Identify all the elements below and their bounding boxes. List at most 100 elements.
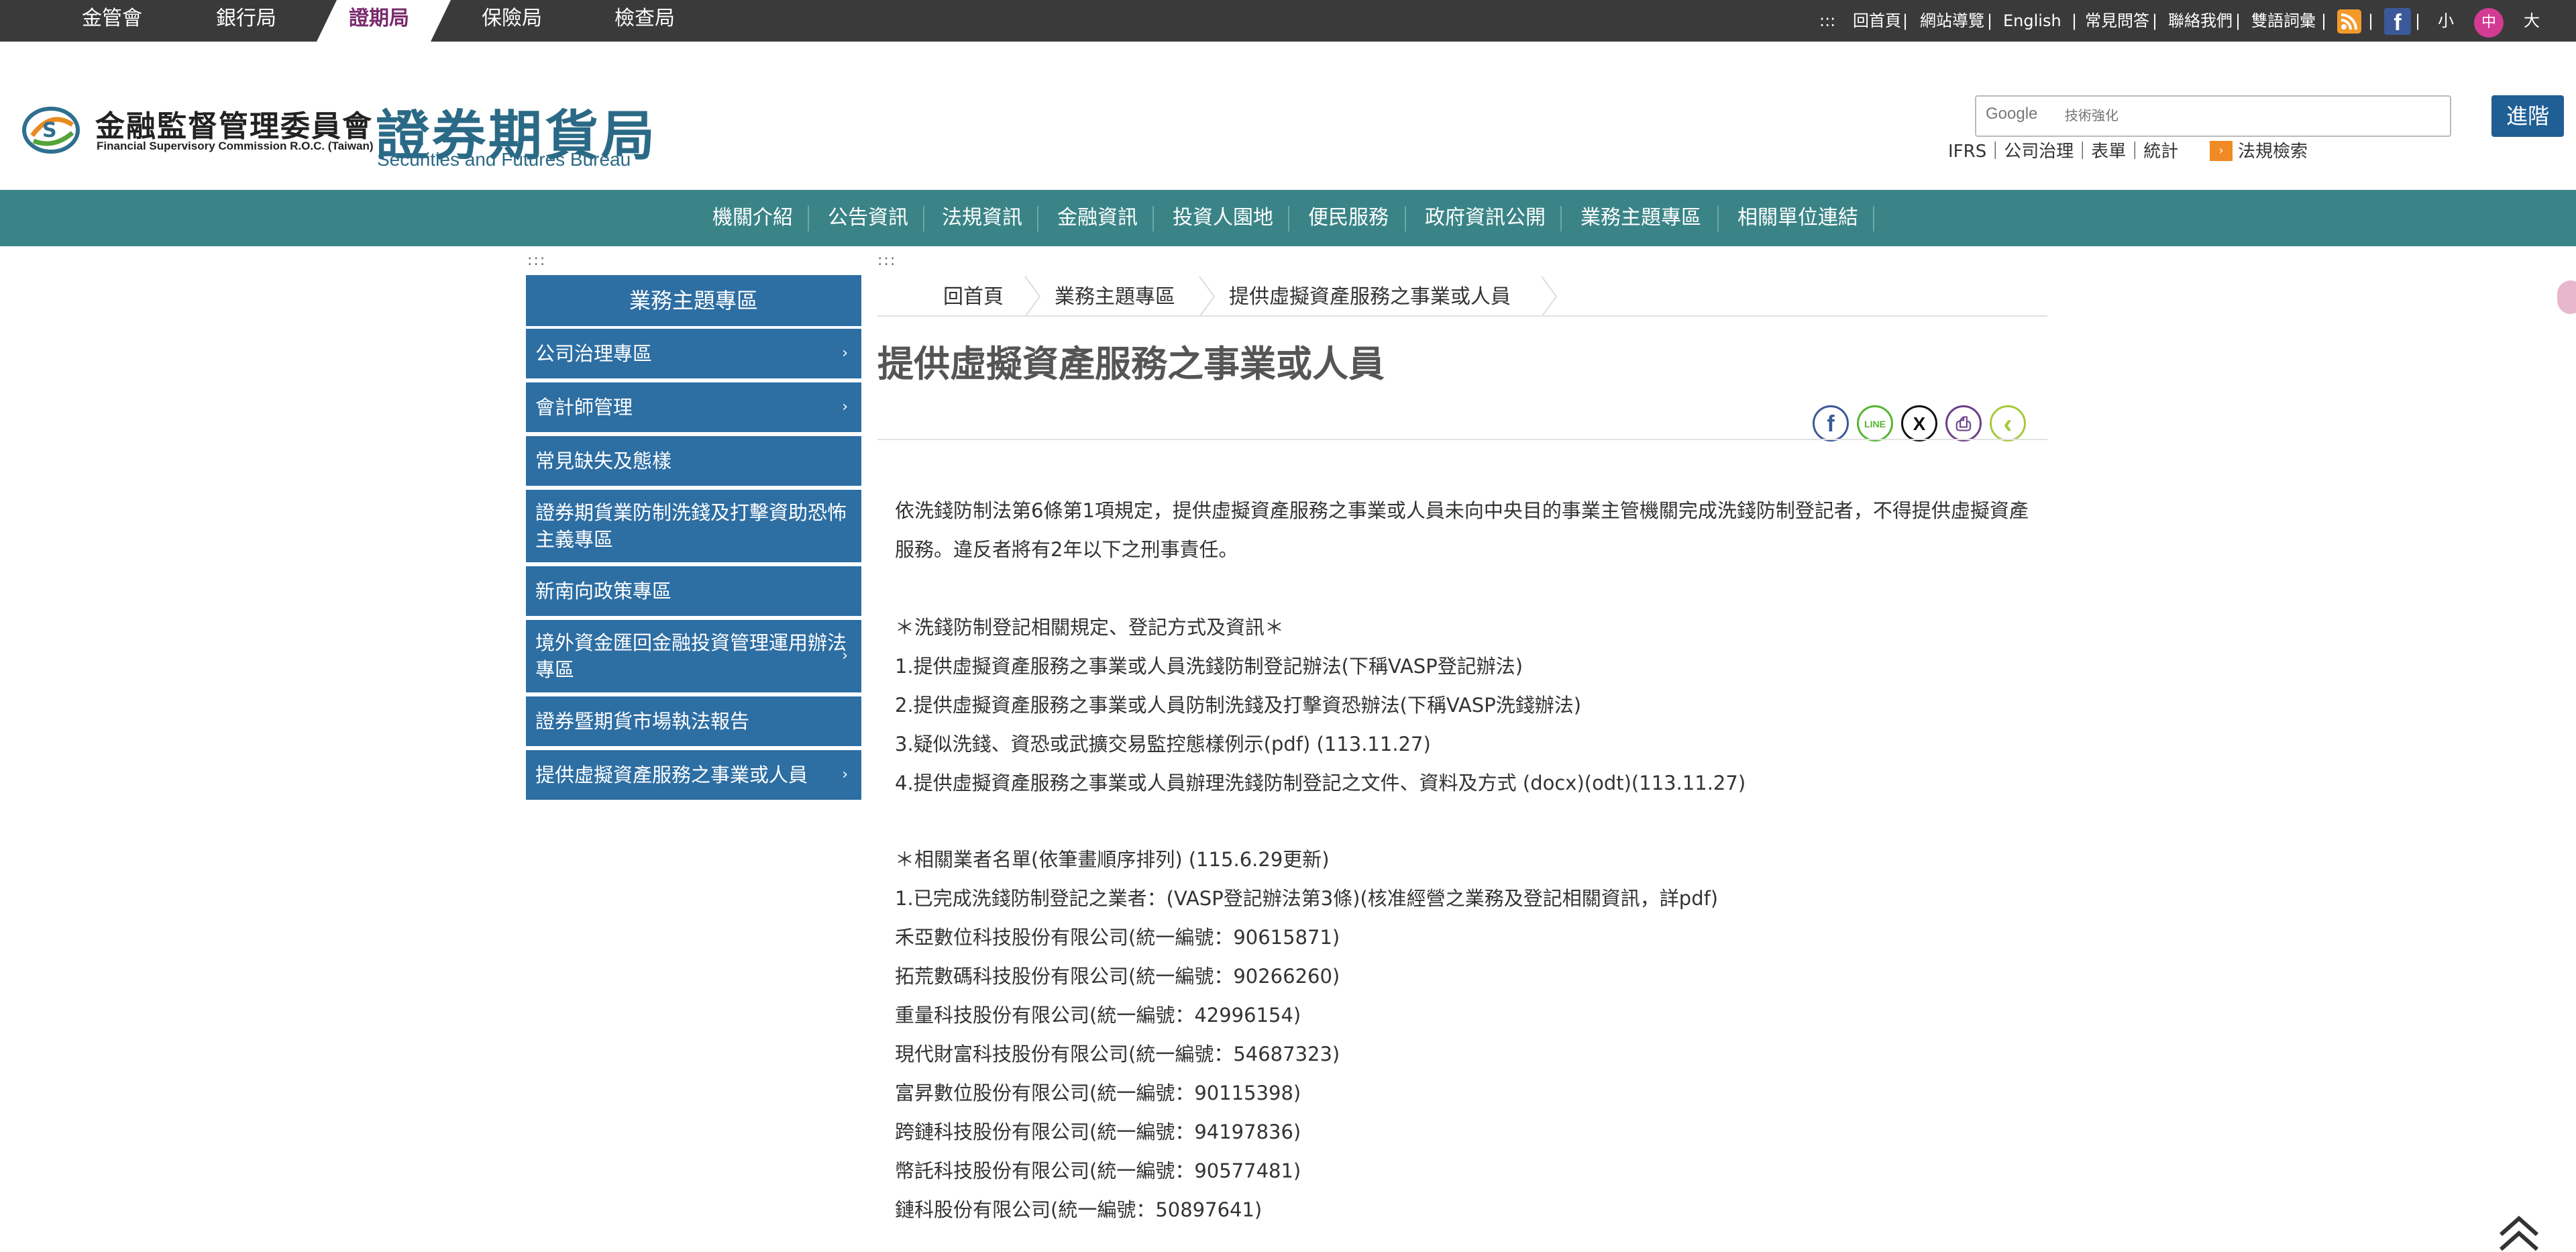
toplink-sep: | — [2152, 11, 2158, 30]
nav-item-topics[interactable]: 業務主題專區 — [1580, 190, 1701, 246]
nav-divider — [1288, 206, 1289, 231]
font-size-small[interactable]: 小 — [2438, 9, 2454, 32]
sidebar-item-common-deficiencies[interactable]: 常見缺失及態樣 — [526, 436, 861, 486]
sidebar-item-vasp[interactable]: 提供虛擬資產服務之事業或人員 › — [526, 750, 861, 800]
nav-item-services[interactable]: 便民服務 — [1308, 190, 1389, 246]
breadcrumb-topics[interactable]: 業務主題專區 — [1055, 280, 1175, 314]
toplink-sep: | — [2072, 11, 2078, 30]
nav-item-announcements[interactable]: 公告資訊 — [828, 190, 908, 246]
nav-item-open-government[interactable]: 政府資訊公開 — [1425, 190, 1546, 246]
sidebar-item-label: 證券暨期貨市場執法報告 — [535, 710, 750, 733]
nav-divider — [1152, 206, 1154, 231]
sidebar-item-repatriated-funds[interactable]: 境外資金匯回金融投資管理運用辦法專區 › — [526, 620, 861, 692]
breadcrumb-current[interactable]: 提供虛擬資產服務之事業或人員 — [1229, 280, 1511, 314]
chevron-right-icon: › — [842, 647, 848, 664]
nav-divider — [808, 206, 809, 231]
breadcrumb-chevron-icon — [1024, 276, 1041, 317]
link-registration-documents[interactable]: 4.提供虛擬資產服務之事業或人員辦理洗錢防制登記之文件、資料及方式 (docx)… — [895, 764, 1746, 802]
agency-tab-sfb[interactable]: 證期局 — [349, 0, 409, 42]
sidebar-item-corporate-governance[interactable]: 公司治理專區 › — [526, 329, 861, 378]
toplink-contact[interactable]: 聯絡我們 — [2168, 9, 2233, 32]
nav-divider — [1560, 206, 1562, 231]
nav-item-regulations[interactable]: 法規資訊 — [942, 190, 1022, 246]
arrow-right-icon: › — [2210, 141, 2233, 161]
back-icon[interactable]: ‹ — [1990, 405, 2026, 441]
quick-links[interactable]: IFRS｜公司治理｜表單｜統計 — [1948, 140, 2178, 164]
google-brand: Google — [1986, 105, 2038, 123]
toplink-faq[interactable]: 常見問答 — [2085, 9, 2149, 32]
accesskey-center[interactable]: ::: — [877, 252, 896, 269]
toplink-sep: | — [2235, 11, 2241, 30]
toplink-sep: | — [1987, 11, 1993, 30]
search-input[interactable] — [2063, 105, 2442, 127]
chevron-right-icon: › — [842, 766, 848, 783]
toplink-sep: | — [2415, 11, 2421, 30]
sidebar-item-enforcement-report[interactable]: 證券暨期貨市場執法報告 — [526, 696, 861, 746]
back-to-top-icon[interactable] — [2496, 1212, 2542, 1252]
facebook-icon[interactable]: f — [1813, 405, 1849, 441]
list-item: 拓荒數碼科技股份有限公司(統一編號：90266260) — [895, 965, 1340, 988]
title-divider — [877, 439, 2047, 440]
sidebar-item-label: 新南向政策專區 — [535, 580, 672, 603]
sidebar-item-cpa-management[interactable]: 會計師管理 › — [526, 382, 861, 432]
facebook-icon[interactable]: f — [2384, 8, 2411, 36]
sidebar-item-label: 境外資金匯回金融投資管理運用辦法專區 — [535, 631, 847, 681]
list-item: 幣託科技股份有限公司(統一編號：90577481) — [895, 1159, 1301, 1182]
agency-tab-examination[interactable]: 檢查局 — [614, 0, 675, 42]
link-vasp-registration-rules[interactable]: 1.提供虛擬資產服務之事業或人員洗錢防制登記辦法(下稱VASP登記辦法) — [895, 647, 1523, 686]
section-heading-registration: ＊洗錢防制登記相關規定、登記方式及資訊＊ — [895, 616, 1285, 639]
agency-tab-fsc[interactable]: 金管會 — [82, 0, 142, 42]
toplink-home[interactable]: 回首頁 — [1853, 9, 1901, 32]
link-vasp-aml-rules[interactable]: 2.提供虛擬資產服務之事業或人員防制洗錢及打擊資恐辦法(下稱VASP洗錢辦法) — [895, 686, 1581, 725]
registered-operators-intro[interactable]: 1.已完成洗錢防制登記之業者：(VASP登記辦法第3條)(核准經營之業務及登記相… — [895, 879, 1718, 918]
floating-accessibility-icon[interactable] — [2557, 280, 2576, 314]
nav-item-related-links[interactable]: 相關單位連結 — [1737, 190, 1858, 246]
line-icon[interactable]: LINE — [1857, 405, 1893, 441]
main-nav: 機關介紹 公告資訊 法規資訊 金融資訊 投資人園地 便民服務 政府資訊公開 業務… — [0, 190, 2576, 246]
sidebar-item-label: 公司治理專區 — [535, 342, 653, 365]
nav-item-about[interactable]: 機關介紹 — [712, 190, 793, 246]
section-heading-operators: ＊相關業者名單(依筆畫順序排列) (115.6.29更新) — [895, 848, 1330, 871]
list-item: 富昇數位股份有限公司(統一編號：90115398) — [895, 1082, 1301, 1104]
accesskey-top[interactable]: ::: — [1819, 9, 1835, 32]
nav-divider — [1873, 206, 1874, 231]
fsc-emblem-icon: S — [22, 107, 80, 154]
advanced-search-button[interactable]: 進階 — [2491, 95, 2564, 137]
breadcrumb-chevron-icon — [1199, 276, 1216, 317]
font-size-large[interactable]: 大 — [2524, 9, 2540, 32]
x-icon[interactable]: X — [1901, 405, 1937, 441]
toplink-sitemap[interactable]: 網站導覽 — [1920, 9, 1984, 32]
list-item: 禾亞數位科技股份有限公司(統一編號：90615871) — [895, 926, 1340, 949]
breadcrumb-home[interactable]: 回首頁 — [943, 280, 1004, 314]
toplink-sep: | — [2321, 11, 2327, 30]
nav-divider — [1717, 206, 1719, 231]
chevron-right-icon: › — [842, 345, 848, 362]
sidebar-item-label: 提供虛擬資產服務之事業或人員 — [535, 764, 808, 786]
sfb-english-name: Securities and Futures Bureau — [377, 149, 631, 170]
print-icon[interactable]: ⎙ — [1945, 405, 1982, 441]
sidebar-title: 業務主題專區 — [526, 275, 861, 326]
agency-bar: 金管會 銀行局 證期局 保險局 檢查局 ::: 回首頁 | 網站導覽 | Eng… — [0, 0, 2576, 42]
nav-item-investors[interactable]: 投資人園地 — [1173, 190, 1273, 246]
intro-line-1: 依洗錢防制法第6條第1項規定，提供虛擬資產服務之事業或人員未向中央目的事業主管機… — [895, 499, 2029, 522]
toplink-glossary[interactable]: 雙語詞彙 — [2251, 9, 2316, 32]
nav-divider — [1037, 206, 1038, 231]
agency-tab-bank[interactable]: 銀行局 — [216, 0, 276, 42]
sidebar-item-label: 會計師管理 — [535, 396, 633, 419]
law-search-link[interactable]: 法規檢索 — [2238, 140, 2308, 164]
rss-icon[interactable] — [2337, 9, 2361, 34]
font-size-medium[interactable]: 中 — [2474, 8, 2504, 38]
search-field[interactable]: Google — [1975, 95, 2451, 137]
accesskey-left[interactable]: ::: — [527, 252, 546, 269]
breadcrumb-chevron-icon — [1541, 276, 1558, 317]
toplink-english[interactable]: English — [2003, 9, 2061, 32]
sidebar-item-new-southbound[interactable]: 新南向政策專區 — [526, 566, 861, 616]
link-suspicious-patterns[interactable]: 3.疑似洗錢、資恐或武擴交易監控態樣例示(pdf) (113.11.27) — [895, 725, 1431, 764]
agency-tab-insurance[interactable]: 保險局 — [482, 0, 542, 42]
fsc-english-name: Financial Supervisory Commission R.O.C. … — [97, 140, 374, 152]
nav-divider — [1405, 206, 1406, 231]
list-item: 跨鏈科技股份有限公司(統一編號：94197836) — [895, 1120, 1301, 1143]
nav-item-financial-info[interactable]: 金融資訊 — [1057, 190, 1138, 246]
sidebar-item-aml-cft[interactable]: 證券期貨業防制洗錢及打擊資助恐怖主義專區 — [526, 490, 861, 562]
breadcrumb-divider — [877, 315, 2047, 317]
